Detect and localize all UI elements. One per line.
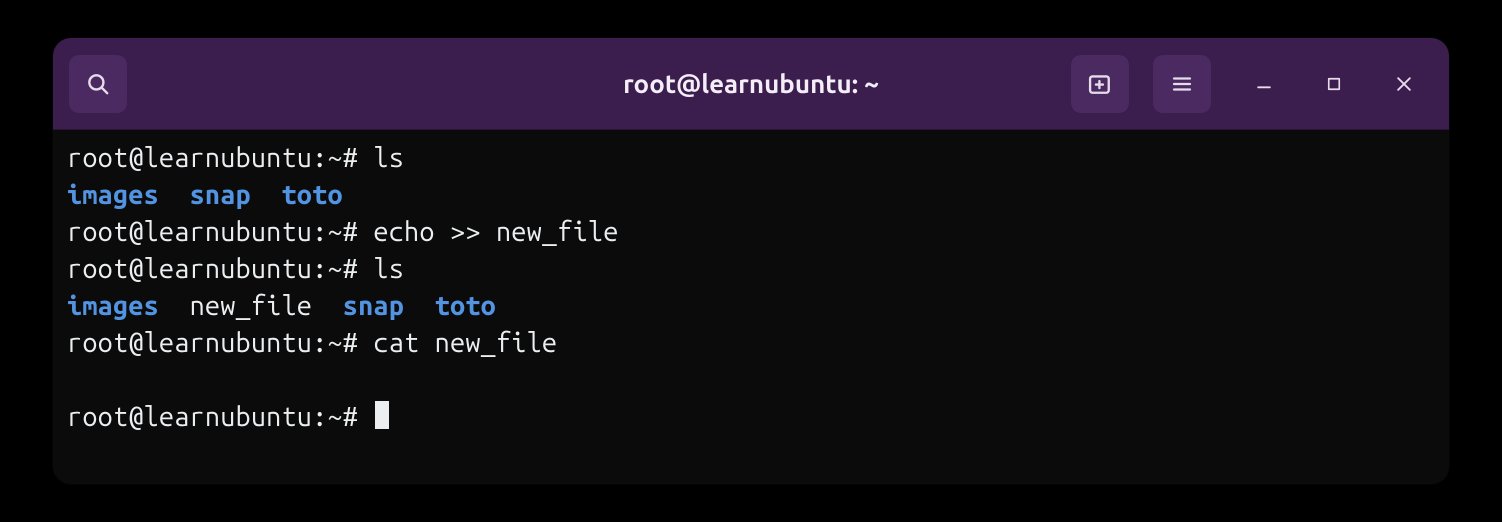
terminal-line: root@learnubuntu:~# <box>67 399 1435 436</box>
menu-button[interactable] <box>1153 55 1211 113</box>
close-icon <box>1394 74 1414 94</box>
minimize-icon <box>1254 74 1274 94</box>
window-title: root@learnubuntu: ~ <box>623 69 879 98</box>
shell-command: cat new_file <box>373 328 557 358</box>
shell-command: echo >> new_file <box>373 217 618 247</box>
shell-prompt: root@learnubuntu:~# <box>67 254 373 284</box>
cursor <box>375 401 389 429</box>
ls-entry: snap <box>190 180 251 210</box>
ls-entry: toto <box>281 180 342 210</box>
shell-prompt: root@learnubuntu:~# <box>67 217 373 247</box>
terminal-window: root@learnubuntu: ~ <box>53 38 1449 484</box>
maximize-button[interactable] <box>1305 55 1363 113</box>
terminal-line: root@learnubuntu:~# echo >> new_file <box>67 214 1435 251</box>
ls-entry: new_file <box>190 291 313 321</box>
ls-entry: toto <box>435 291 496 321</box>
close-button[interactable] <box>1375 55 1433 113</box>
terminal-line: images new_file snap toto <box>67 288 1435 325</box>
minimize-button[interactable] <box>1235 55 1293 113</box>
search-button[interactable] <box>69 55 127 113</box>
shell-prompt: root@learnubuntu:~# <box>67 143 373 173</box>
terminal-line: root@learnubuntu:~# ls <box>67 251 1435 288</box>
titlebar: root@learnubuntu: ~ <box>53 38 1449 130</box>
shell-prompt: root@learnubuntu:~# <box>67 328 373 358</box>
shell-command: ls <box>373 254 404 284</box>
terminal-line: root@learnubuntu:~# cat new_file <box>67 325 1435 362</box>
ls-entry: images <box>67 180 159 210</box>
ls-entry: images <box>67 291 159 321</box>
ls-entry: snap <box>343 291 404 321</box>
hamburger-icon <box>1170 72 1194 96</box>
search-icon <box>85 71 111 97</box>
terminal-line: root@learnubuntu:~# ls <box>67 140 1435 177</box>
new-tab-icon <box>1086 70 1114 98</box>
terminal-line: images snap toto <box>67 177 1435 214</box>
terminal-line <box>67 362 1435 399</box>
shell-command: ls <box>373 143 404 173</box>
terminal-output-area[interactable]: root@learnubuntu:~# lsimages snap totoro… <box>53 130 1449 450</box>
maximize-icon <box>1325 75 1343 93</box>
new-tab-button[interactable] <box>1071 55 1129 113</box>
shell-prompt: root@learnubuntu:~# <box>67 402 373 432</box>
